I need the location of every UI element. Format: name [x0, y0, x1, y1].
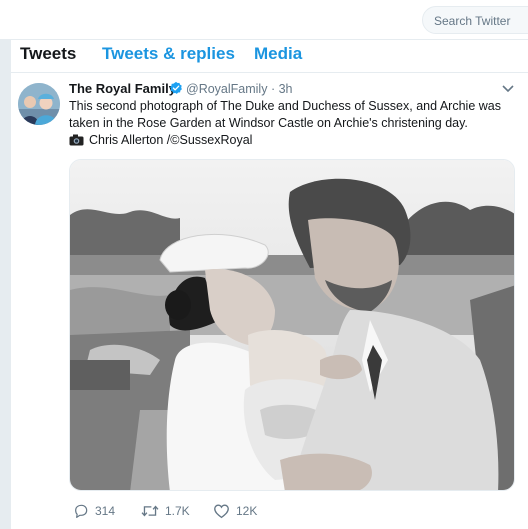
tweet-text: This second photograph of The Duke and D… — [69, 99, 501, 130]
retweet-button[interactable]: 1.7K — [141, 503, 190, 519]
chevron-down-icon[interactable] — [501, 83, 515, 95]
reply-button[interactable]: 314 — [73, 503, 115, 519]
camera-icon — [69, 134, 84, 146]
timeline-tabs: Tweets Tweets & replies Media — [11, 40, 528, 73]
author-name[interactable]: The Royal Family — [69, 81, 176, 96]
verified-badge-icon — [170, 81, 182, 94]
avatar[interactable] — [18, 83, 60, 125]
tab-tweets-and-replies[interactable]: Tweets & replies — [102, 44, 235, 64]
like-button[interactable]: 12K — [213, 503, 257, 519]
top-bar — [0, 0, 528, 40]
tab-media[interactable]: Media — [254, 44, 302, 64]
reply-icon — [75, 504, 88, 518]
tweet-meta: @RoyalFamily · 3h — [186, 82, 293, 96]
search-input[interactable] — [423, 7, 528, 28]
author-handle[interactable]: @RoyalFamily — [186, 82, 267, 96]
profile-timeline-panel: Tweets Tweets & replies Media The Royal … — [10, 40, 528, 529]
tweet-time[interactable]: 3h — [279, 82, 293, 96]
photo-credit-text: Chris Allerton /©SussexRoyal — [89, 133, 253, 147]
heart-icon — [214, 504, 229, 519]
like-count: 12K — [236, 504, 258, 518]
retweet-icon — [141, 505, 159, 517]
search-box[interactable] — [422, 6, 528, 34]
meta-separator: · — [270, 82, 276, 96]
retweet-count: 1.7K — [165, 504, 190, 518]
tab-tweets[interactable]: Tweets — [20, 44, 76, 64]
photo-credit: Chris Allerton /©SussexRoyal — [69, 133, 252, 147]
tweet-photo[interactable] — [69, 159, 515, 491]
reply-count: 314 — [95, 504, 116, 518]
